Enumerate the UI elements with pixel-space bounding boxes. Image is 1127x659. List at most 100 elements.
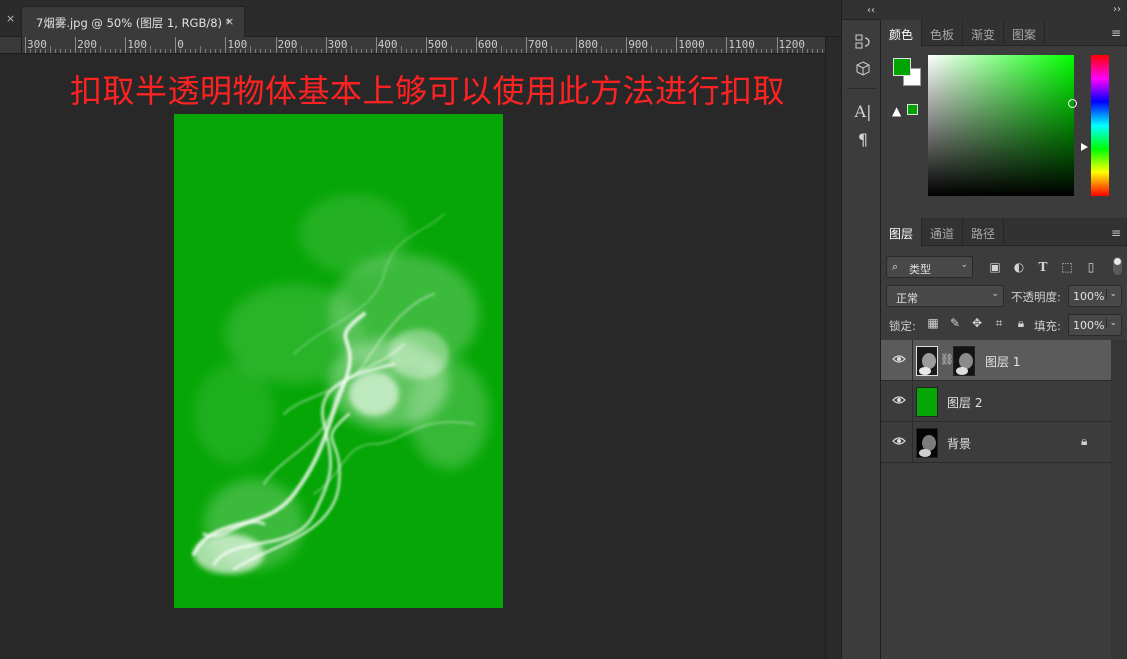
document-tab[interactable]: 7烟雾.jpg @ 50% (图层 1, RGB/8) * ×	[21, 6, 245, 37]
hue-slider-arrow[interactable]	[1081, 143, 1088, 151]
ruler-minor-tick	[796, 49, 798, 53]
ruler-minor-tick	[265, 49, 267, 53]
layer-filter-select[interactable]: ⌕ 类型 ⌄	[886, 256, 973, 278]
ruler-minor-tick	[205, 49, 207, 53]
link-icon[interactable]: ⛓	[940, 353, 954, 366]
ruler-minor-tick	[766, 49, 768, 53]
ruler-minor-tick	[445, 49, 447, 53]
type-filter-icon[interactable]: T	[1036, 260, 1050, 274]
ruler-minor-tick	[430, 49, 432, 53]
pixel-filter-icon[interactable]: ▣	[988, 260, 1002, 274]
ruler-minor-tick	[100, 46, 102, 53]
ruler-minor-tick	[771, 49, 773, 53]
collapse-left-icon[interactable]: ‹‹	[867, 5, 875, 16]
close-icon[interactable]: ×	[6, 12, 15, 25]
ruler-minor-tick	[365, 49, 367, 53]
ruler-minor-tick	[691, 49, 693, 53]
eye-icon[interactable]	[892, 436, 906, 446]
foreground-color-swatch[interactable]	[893, 58, 911, 76]
ruler-minor-tick	[85, 49, 87, 53]
eye-icon[interactable]	[892, 395, 906, 405]
tab-close-icon[interactable]: ×	[225, 15, 234, 28]
layer-row-background[interactable]: 背景 🔒︎	[881, 422, 1111, 463]
lock-transparency-icon[interactable]: ▦	[926, 316, 940, 330]
ruler-minor-tick	[651, 46, 653, 53]
layer-thumbnail[interactable]	[916, 387, 938, 417]
ruler-tick	[475, 37, 477, 53]
tab-channels[interactable]: 通道	[922, 218, 964, 246]
layer-row-layer-2[interactable]: 图层 2	[881, 381, 1111, 422]
ruler-minor-tick	[250, 46, 252, 53]
ruler-minor-tick	[515, 49, 517, 53]
ruler-minor-tick	[571, 49, 573, 53]
3d-icon[interactable]	[852, 58, 874, 80]
opacity-input[interactable]: 100% ⌄	[1068, 285, 1122, 307]
color-picker-ring[interactable]	[1068, 99, 1077, 108]
gamut-warning-icon[interactable]: ▲	[892, 104, 901, 118]
hue-slider[interactable]	[1091, 55, 1109, 196]
layer-name: 背景	[947, 437, 972, 451]
ruler-minor-tick	[566, 49, 568, 53]
smoke-image[interactable]	[174, 114, 503, 608]
layer-name: 图层 2	[947, 396, 983, 410]
layer-row-layer-1[interactable]: ⛓ 图层 1	[881, 340, 1111, 381]
tab-swatches[interactable]: 色板	[922, 20, 964, 46]
lock-position-icon[interactable]: ✥	[970, 316, 984, 330]
tab-layers[interactable]: 图层	[881, 218, 923, 246]
lock-artboard-icon[interactable]: ⌗	[992, 316, 1006, 331]
ruler-minor-tick	[40, 49, 42, 53]
tab-patterns[interactable]: 图案	[1004, 20, 1046, 46]
layer-mask-thumbnail[interactable]	[953, 346, 975, 376]
panel-menu-icon[interactable]: ≡	[1111, 26, 1121, 40]
ruler-minor-tick	[215, 49, 217, 53]
ruler-minor-tick	[115, 49, 117, 53]
layer-thumbnail[interactable]	[916, 428, 938, 458]
chevron-down-icon[interactable]: ⌄	[1106, 318, 1117, 328]
ruler-tick	[175, 37, 177, 53]
paragraph-icon[interactable]: ¶	[852, 128, 874, 150]
ruler-minor-tick	[435, 49, 437, 53]
tab-paths[interactable]: 路径	[963, 218, 1005, 246]
lock-icon[interactable]: 🔒︎	[1081, 434, 1087, 449]
fill-input[interactable]: 100% ⌄	[1068, 314, 1122, 336]
horizontal-ruler[interactable]: 300 200 100 0 100 200 300 400 500 600 700 800 900 100…	[22, 37, 825, 54]
ruler-tick	[75, 37, 77, 53]
ruler-minor-tick	[450, 46, 452, 53]
character-icon[interactable]: A|	[852, 100, 874, 122]
smart-object-filter-icon[interactable]: ▯	[1084, 260, 1098, 274]
ruler-minor-tick	[185, 49, 187, 53]
filter-toggle[interactable]	[1113, 257, 1122, 275]
ruler-minor-tick	[556, 49, 558, 53]
ruler-minor-tick	[470, 49, 472, 53]
layers-menu-icon[interactable]: ≡	[1111, 226, 1121, 240]
ruler-minor-tick	[410, 49, 412, 53]
tab-color[interactable]: 颜色	[881, 20, 923, 46]
ruler-minor-tick	[616, 49, 618, 53]
ruler-minor-tick	[350, 46, 352, 53]
lock-image-pixels-icon[interactable]: ✎	[948, 316, 962, 330]
ruler-minor-tick	[536, 49, 538, 53]
web-safe-color-swatch[interactable]	[907, 104, 918, 115]
ruler-minor-tick	[280, 49, 282, 53]
ruler-minor-tick	[140, 49, 142, 53]
ruler-minor-tick	[415, 49, 417, 53]
lock-all-icon[interactable]: 🔒︎	[1014, 316, 1028, 331]
blend-mode-select[interactable]: 正常 ⌄	[886, 285, 1004, 307]
history-icon[interactable]	[852, 31, 874, 53]
ruler-minor-tick	[455, 49, 457, 53]
color-field[interactable]	[928, 55, 1077, 196]
adjustment-filter-icon[interactable]: ◐	[1012, 260, 1026, 274]
ruler-minor-tick	[821, 49, 823, 53]
tab-gradients[interactable]: 渐变	[963, 20, 1005, 46]
layer-list: ⛓ 图层 1 图层 2 背景 🔒︎	[881, 340, 1111, 464]
chevron-down-icon[interactable]: ⌄	[1106, 289, 1117, 299]
collapse-right-icon[interactable]: ››	[1113, 4, 1121, 15]
layers-scrollbar[interactable]	[1111, 340, 1127, 659]
vertical-scrollbar[interactable]	[825, 37, 841, 659]
layer-thumbnail[interactable]	[916, 346, 938, 376]
shape-filter-icon[interactable]: ⬚	[1060, 260, 1074, 274]
eye-icon[interactable]	[892, 354, 906, 364]
ruler-minor-tick	[295, 49, 297, 53]
document-tab-bar: × 7烟雾.jpg @ 50% (图层 1, RGB/8) * ×	[0, 0, 841, 37]
ruler-minor-tick	[596, 49, 598, 53]
